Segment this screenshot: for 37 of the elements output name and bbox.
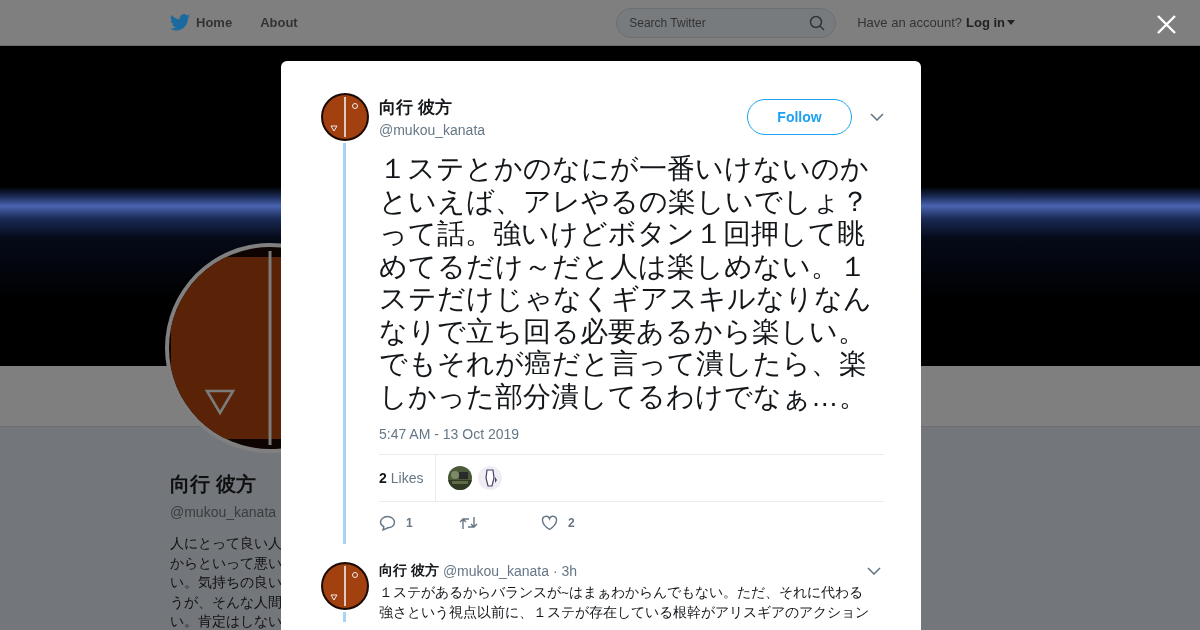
- profile-name: 向行 彼方: [170, 472, 256, 497]
- tweet-timestamp: 5:47 AM - 13 Oct 2019: [379, 426, 884, 455]
- bio-text: い。気持ちの良い: [170, 574, 282, 592]
- reply-text: １ステがあるからバランスが~はまぁわからんでもない。ただ、それに代わる: [379, 584, 863, 602]
- close-icon[interactable]: [1157, 15, 1176, 34]
- login-link[interactable]: Log in: [966, 15, 1015, 30]
- reply-icon: [379, 515, 396, 531]
- avatar[interactable]: [321, 93, 369, 141]
- search-icon[interactable]: [809, 14, 826, 31]
- bio-text: うが、そんな人間: [170, 593, 282, 612]
- caret-icon: [1007, 20, 1015, 25]
- account-prompt: Have an account?: [857, 15, 962, 30]
- tweet-text: １ステとかのなにが一番いけないのかといえば、アレやるの楽しいでしょ？って話。強いけどボタン１回押して眺めてるだけ～だと人は楽しめない。１ステだけじゃなくギアスキルなりなんなりで立ち回る必要あるから楽しい。でもそれが癌だと言って潰したら、楽しかった部分潰してるわけでなぁ…。: [379, 153, 873, 413]
- nav-link[interactable]: About: [260, 15, 298, 30]
- chevron-icon[interactable]: [867, 567, 881, 575]
- liker-avatar[interactable]: [478, 466, 503, 490]
- heart-icon: [541, 515, 558, 531]
- likes-count[interactable]: 2 Likes: [379, 455, 437, 501]
- user-handle: @mukou_kanata: [442, 563, 549, 579]
- follow-button[interactable]: Follow: [747, 99, 852, 135]
- tweet-time: · 3h: [552, 563, 578, 579]
- bird-icon: [170, 14, 190, 31]
- like-button[interactable]: 2: [541, 515, 621, 531]
- user-name: 向行 彼方: [379, 562, 439, 580]
- user-name: 向行 彼方: [379, 97, 453, 119]
- bio-text: からといって悪い: [170, 554, 282, 573]
- retweet-icon: [459, 516, 478, 530]
- chevron-icon[interactable]: [870, 113, 884, 121]
- avatar[interactable]: [321, 562, 369, 610]
- nav-link[interactable]: Home: [170, 14, 233, 31]
- profile-handle: @mukou_kanata: [170, 504, 277, 520]
- reply-text: 強さという視点以前に、１ステが存在している根幹がアリスギアのアクション: [379, 603, 869, 622]
- bio-text: 人にとって良い人: [170, 535, 282, 553]
- bio-text: い。肯定はしない: [170, 613, 282, 630]
- search-field[interactable]: Search Twitter: [616, 7, 837, 38]
- user-handle: @mukou_kanata: [379, 122, 487, 138]
- reply-button[interactable]: 1: [379, 515, 459, 531]
